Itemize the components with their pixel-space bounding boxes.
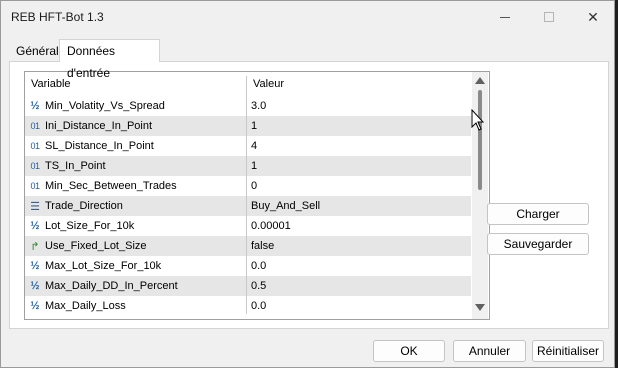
- scrollbar-thumb[interactable]: [478, 90, 482, 190]
- variable-name: Lot_Size_For_10k: [45, 220, 135, 232]
- scroll-up-arrow-icon[interactable]: [475, 77, 485, 84]
- cancel-button[interactable]: Annuler: [453, 340, 526, 362]
- maximize-icon: [544, 12, 554, 22]
- save-button[interactable]: Sauvegarder: [487, 233, 589, 255]
- column-header-value[interactable]: Valeur: [253, 72, 284, 96]
- variable-value[interactable]: 0.00001: [251, 216, 291, 236]
- integer-icon: 01: [30, 181, 40, 191]
- table-row[interactable]: ½ Lot_Size_For_10k 0.00001: [25, 216, 471, 236]
- variable-name: Min_Sec_Between_Trades: [45, 180, 177, 192]
- table-row[interactable]: 01 Min_Sec_Between_Trades 0: [25, 176, 471, 196]
- boolean-icon: ↱: [30, 240, 40, 253]
- fraction-icon: ½: [30, 260, 40, 272]
- table-row[interactable]: ½ Min_Volatity_Vs_Spread 3.0: [25, 96, 471, 116]
- mouse-cursor-icon: [471, 109, 485, 131]
- integer-icon: 01: [30, 121, 40, 131]
- table-row[interactable]: ½ Max_Lot_Size_For_10k 0.0: [25, 256, 471, 276]
- tab-general[interactable]: Général: [9, 41, 59, 61]
- column-header-variable[interactable]: Variable: [31, 72, 71, 96]
- variable-name: SL_Distance_In_Point: [45, 140, 154, 152]
- variable-name: Min_Volatity_Vs_Spread: [45, 100, 165, 112]
- fraction-icon: ½: [30, 280, 40, 292]
- variable-value[interactable]: 0: [251, 176, 257, 196]
- variable-name: Max_Lot_Size_For_10k: [45, 260, 162, 272]
- enum-icon: ☰: [30, 200, 40, 213]
- variable-name: Ini_Distance_In_Point: [45, 120, 153, 132]
- variable-name: Trade_Direction: [45, 200, 123, 212]
- close-button[interactable]: ✕: [573, 6, 613, 28]
- table-row[interactable]: ↱ Use_Fixed_Lot_Size false: [25, 236, 471, 256]
- tab-inputs[interactable]: Données d'entrée: [59, 39, 160, 80]
- variable-name: TS_In_Point: [45, 160, 106, 172]
- table-row[interactable]: ½ Max_Daily_DD_In_Percent 0.5: [25, 276, 471, 296]
- minimize-icon: [500, 16, 510, 18]
- close-icon: ✕: [587, 8, 599, 25]
- integer-icon: 01: [30, 161, 40, 171]
- load-button[interactable]: Charger: [487, 203, 589, 225]
- variable-value[interactable]: 0.0: [251, 296, 266, 316]
- minimize-button[interactable]: [485, 6, 525, 28]
- table-row[interactable]: 01 TS_In_Point 1: [25, 156, 471, 176]
- integer-icon: 01: [30, 141, 40, 151]
- variable-value[interactable]: 4: [251, 136, 257, 156]
- table-row[interactable]: ☰ Trade_Direction Buy_And_Sell: [25, 196, 471, 216]
- variable-value[interactable]: 3.0: [251, 96, 266, 116]
- variable-name: Use_Fixed_Lot_Size: [45, 240, 147, 252]
- variable-value[interactable]: 1: [251, 116, 257, 136]
- scroll-down-arrow-icon[interactable]: [475, 304, 485, 311]
- variable-value[interactable]: 0.0: [251, 256, 266, 276]
- maximize-button[interactable]: [529, 6, 569, 28]
- fraction-icon: ½: [30, 300, 40, 312]
- fraction-icon: ½: [30, 100, 40, 112]
- variable-name: Max_Daily_Loss: [45, 300, 126, 312]
- column-divider[interactable]: [246, 76, 247, 314]
- dialog-window: REB HFT-Bot 1.3 ✕ Général Données d'entr…: [0, 0, 615, 368]
- fraction-icon: ½: [30, 220, 40, 232]
- variable-value[interactable]: 1: [251, 156, 257, 176]
- table-row[interactable]: ½ Max_Daily_Loss 0.0: [25, 296, 471, 316]
- variable-value[interactable]: 0.5: [251, 276, 266, 296]
- variable-value[interactable]: Buy_And_Sell: [251, 196, 320, 216]
- variable-name: Max_Daily_DD_In_Percent: [45, 280, 178, 292]
- variable-value[interactable]: false: [251, 236, 274, 256]
- tab-panel-inputs: Variable Valeur ½ Min_Volatity_Vs_Spread…: [9, 61, 609, 329]
- window-title: REB HFT-Bot 1.3: [11, 10, 104, 24]
- reset-button[interactable]: Réinitialiser: [532, 340, 604, 362]
- title-bar[interactable]: REB HFT-Bot 1.3 ✕: [1, 1, 614, 33]
- ok-button[interactable]: OK: [373, 340, 445, 362]
- table-row[interactable]: 01 Ini_Distance_In_Point 1: [25, 116, 471, 136]
- parameters-grid: Variable Valeur ½ Min_Volatity_Vs_Spread…: [24, 71, 490, 320]
- table-row[interactable]: 01 SL_Distance_In_Point 4: [25, 136, 471, 156]
